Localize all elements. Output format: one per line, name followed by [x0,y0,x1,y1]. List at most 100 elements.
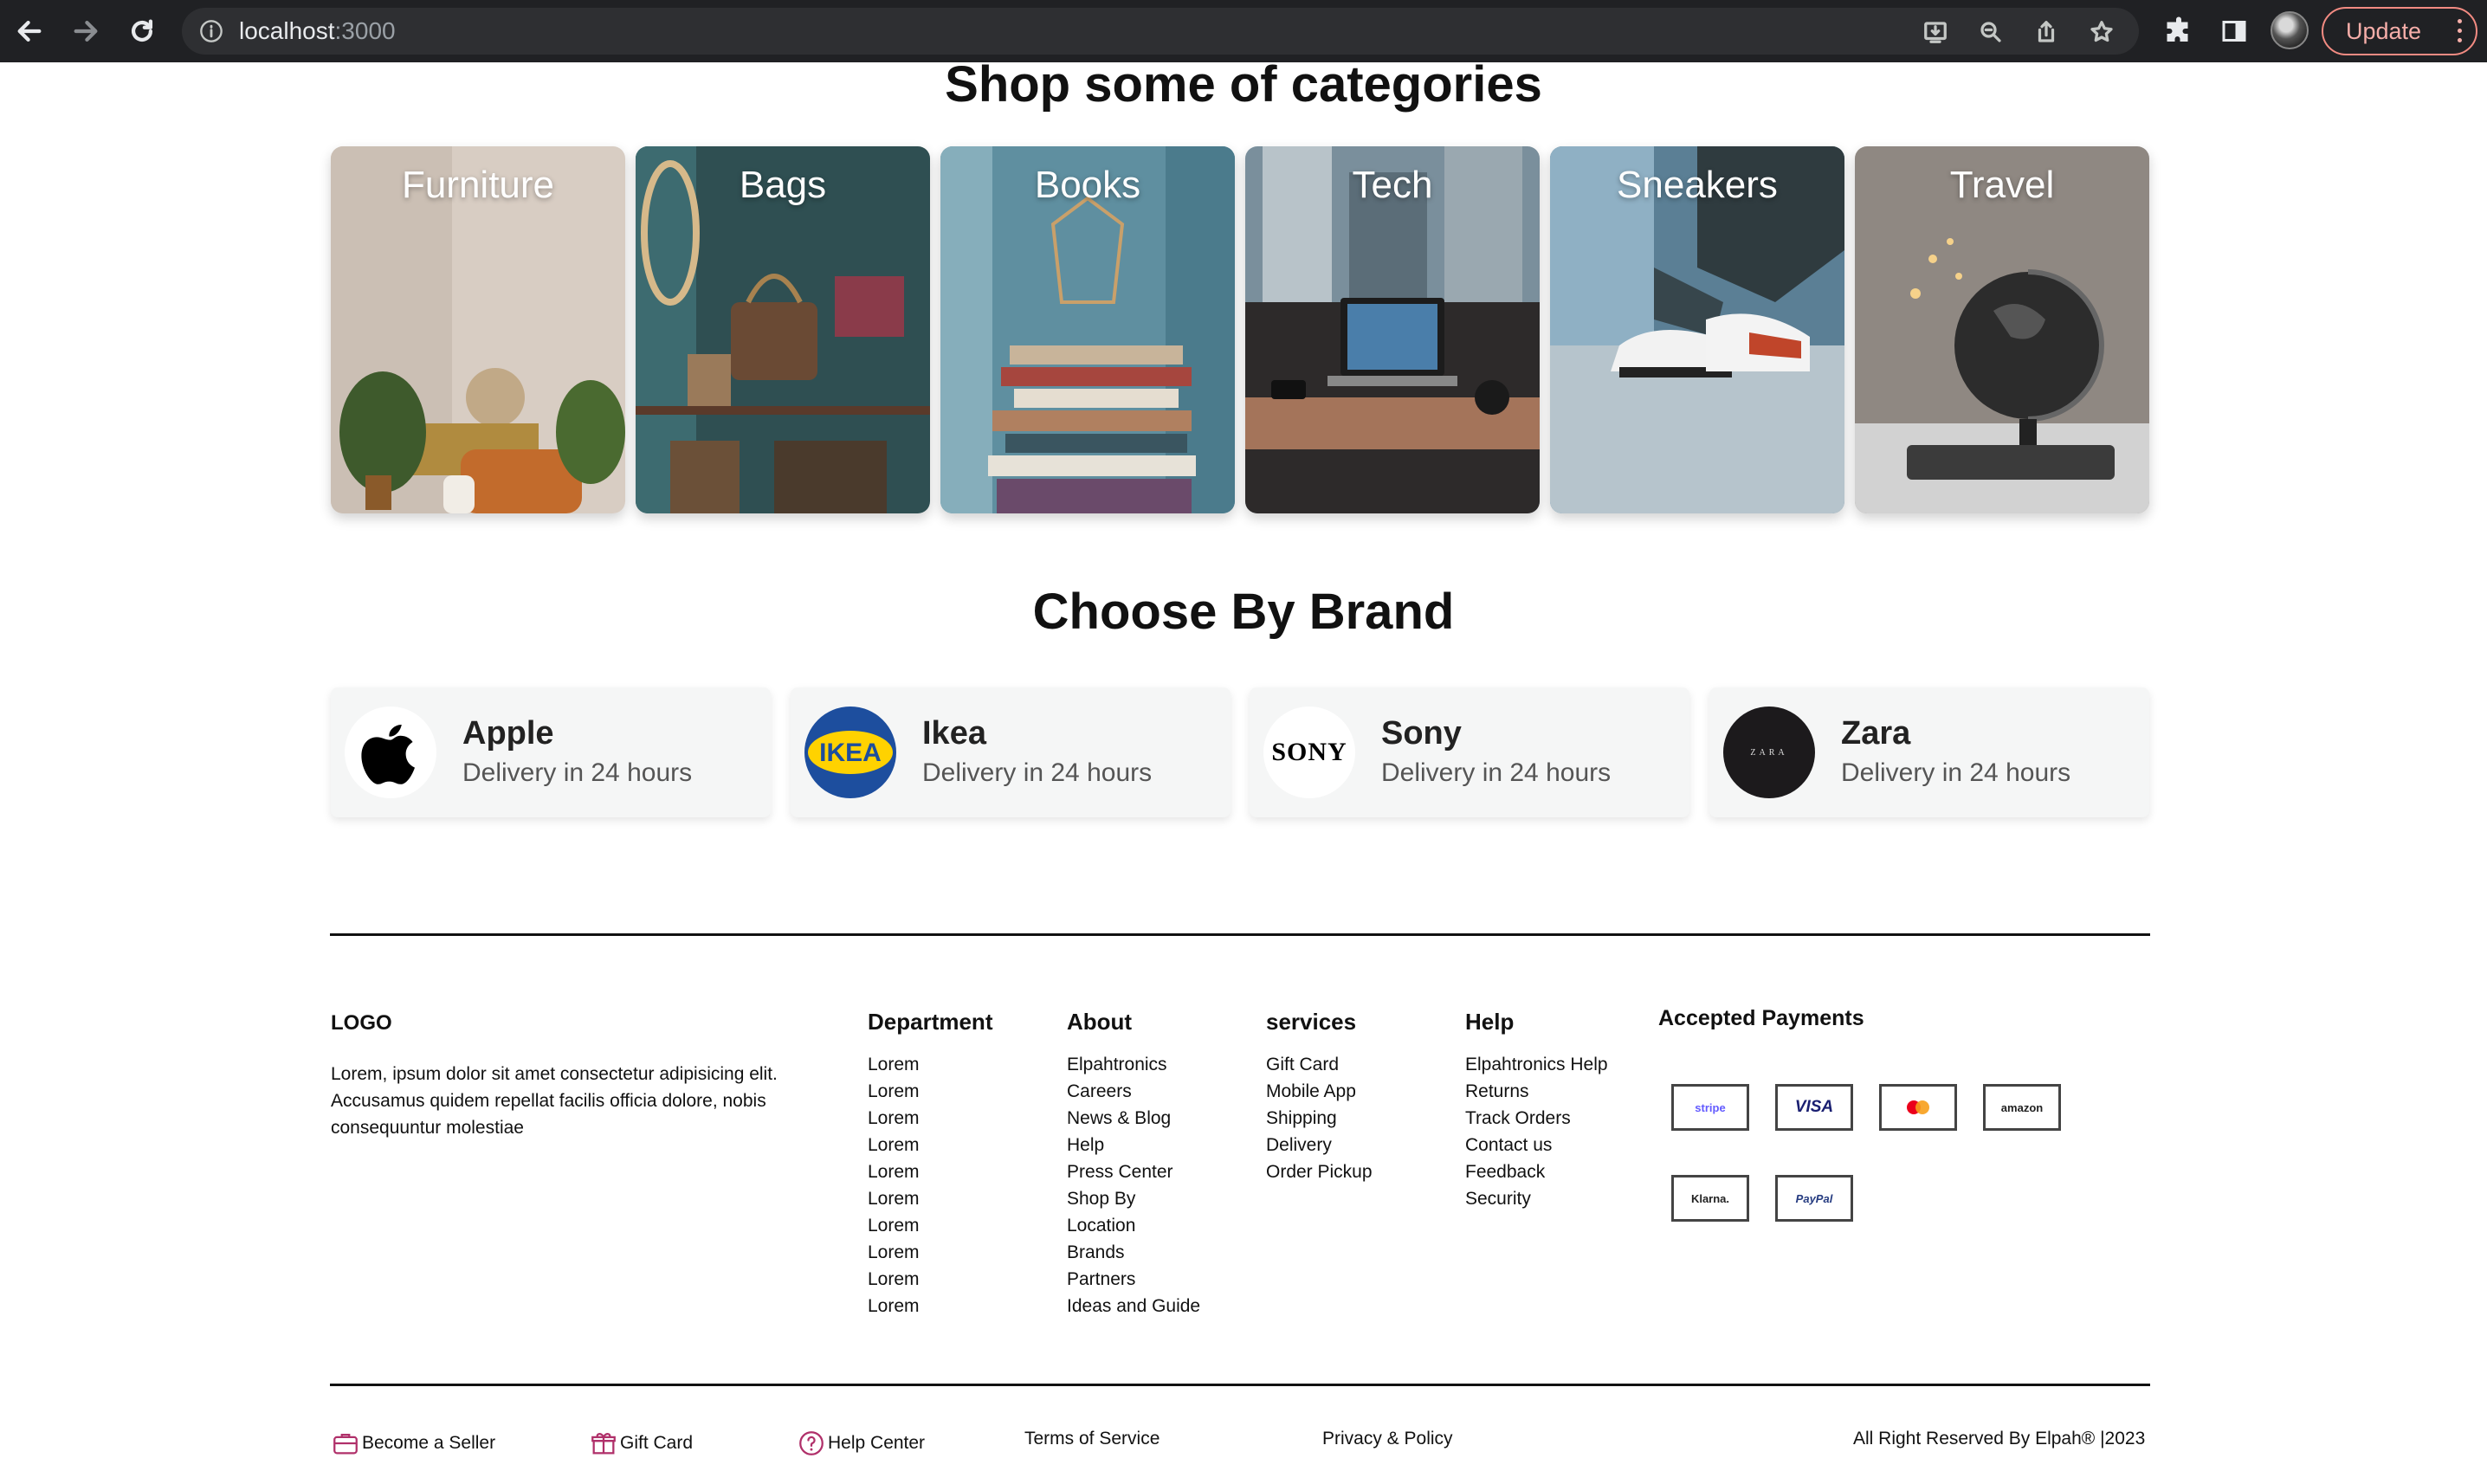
footer-link[interactable]: Lorem [868,1078,992,1105]
update-button-label: Update [2346,17,2422,44]
brand-card-sony[interactable]: SONY Sony Delivery in 24 hours [1250,687,1689,817]
become-seller-link[interactable]: Become a Seller [331,1429,495,1458]
bookmark-star-icon[interactable] [2089,19,2115,45]
brand-name: Ikea [922,715,986,752]
ikea-logo-icon: IKEA [804,707,896,798]
footer-link[interactable]: Partners [1067,1266,1200,1293]
more-menu-icon[interactable] [2457,19,2464,45]
brand-card-ikea[interactable]: IKEA Ikea Delivery in 24 hours [791,687,1231,817]
footer-link[interactable]: Ideas and Guide [1067,1293,1200,1319]
footer-logo[interactable]: LOGO [331,1011,392,1036]
brand-delivery-text: Delivery in 24 hours [1841,758,2071,787]
terms-of-service-link[interactable]: Terms of Service [1024,1429,1160,1449]
footer-link[interactable]: Track Orders [1465,1105,1608,1132]
footer-link[interactable]: Lorem [868,1266,992,1293]
category-card-furniture[interactable]: Furniture [331,146,625,513]
category-card-travel[interactable]: Travel [1855,146,2149,513]
footer-column-title: Department [868,1009,993,1035]
address-bar[interactable]: localhost:3000 [182,8,2139,55]
back-icon[interactable] [9,10,50,52]
site-info-icon[interactable] [199,19,223,43]
share-icon[interactable] [2033,19,2059,45]
svg-text:IKEA: IKEA [819,739,882,767]
footer-link[interactable]: Lorem [868,1105,992,1132]
footer-column-services: services Gift Card Mobile App Shipping D… [1266,1009,1373,1185]
footer-link[interactable]: Elpahtronics Help [1465,1051,1608,1078]
brand-name: Apple [462,715,554,752]
category-card-tech[interactable]: Tech [1245,146,1540,513]
brand-card-apple[interactable]: Apple Delivery in 24 hours [331,687,771,817]
category-label: Sneakers [1617,164,1778,206]
zara-logo-icon: ZARA [1723,707,1815,798]
category-label: Bags [739,164,827,206]
help-circle-icon [799,1431,824,1455]
category-label: Furniture [401,164,555,206]
footer-link[interactable]: Order Pickup [1266,1158,1373,1185]
update-button[interactable]: Update [2322,7,2477,55]
footer-link[interactable]: Feedback [1465,1158,1608,1185]
footer-link[interactable]: Careers [1067,1078,1200,1105]
mastercard-payment-icon [1879,1084,1957,1131]
categories-title: Shop some of categories [945,56,1542,113]
footer-link[interactable]: Delivery [1266,1132,1373,1158]
gift-card-link[interactable]: Gift Card [589,1429,693,1458]
copyright-text: All Right Reserved By Elpah® |2023 [1853,1429,2146,1449]
gift-icon [591,1433,616,1455]
brands-title: Choose By Brand [1032,584,1455,640]
brand-delivery-text: Delivery in 24 hours [1381,758,1612,787]
footer-column-department: Department Lorem Lorem Lorem Lorem Lorem… [868,1009,992,1319]
category-label: Tech [1352,164,1433,206]
footer-link[interactable]: Elpahtronics [1067,1051,1200,1078]
footer-link[interactable]: News & Blog [1067,1105,1200,1132]
extensions-icon[interactable] [2163,16,2194,47]
brand-delivery-text: Delivery in 24 hours [922,758,1153,787]
install-app-icon[interactable] [1922,19,1948,45]
help-center-label: Help Center [828,1433,926,1453]
footer-column-title: About [1067,1009,1133,1035]
footer-link[interactable]: Shipping [1266,1105,1373,1132]
reload-icon[interactable] [121,10,163,52]
footer-link[interactable]: Help [1067,1132,1200,1158]
url-text: localhost:3000 [239,17,396,44]
footer-bottom-divider [330,1384,2150,1386]
forward-icon[interactable] [65,10,107,52]
footer-link[interactable]: Brands [1067,1239,1200,1266]
side-panel-icon[interactable] [2219,16,2250,47]
profile-avatar[interactable] [2271,11,2309,49]
footer-link[interactable]: Shop By [1067,1185,1200,1212]
footer-column-title: Help [1465,1009,1515,1035]
footer-link[interactable]: Mobile App [1266,1078,1373,1105]
footer-link[interactable]: Lorem [868,1158,992,1185]
browser-toolbar: localhost:3000 Update [0,0,2487,62]
footer-link[interactable]: Security [1465,1185,1608,1212]
category-card-books[interactable]: Books [940,146,1235,513]
footer-link[interactable]: Lorem [868,1051,992,1078]
footer-link[interactable]: Lorem [868,1293,992,1319]
become-seller-label: Become a Seller [362,1433,496,1453]
footer-link[interactable]: Lorem [868,1239,992,1266]
footer-link[interactable]: Lorem [868,1132,992,1158]
help-center-link[interactable]: Help Center [797,1429,925,1458]
footer-description: Lorem, ipsum dolor sit amet consectetur … [331,1064,778,1138]
brand-name: Zara [1841,715,1911,752]
briefcase-icon [333,1433,358,1455]
brand-card-zara[interactable]: ZARA Zara Delivery in 24 hours [1709,687,2149,817]
category-card-bags[interactable]: Bags [636,146,930,513]
footer-link[interactable]: Press Center [1067,1158,1200,1185]
zoom-icon[interactable] [1978,19,2004,45]
footer-link[interactable]: Lorem [868,1185,992,1212]
accepted-payments-title: Accepted Payments [1658,1006,1864,1030]
footer-link[interactable]: Contact us [1465,1132,1608,1158]
footer-link[interactable]: Lorem [868,1212,992,1239]
footer-link[interactable]: Returns [1465,1078,1608,1105]
footer-column-title: services [1266,1009,1357,1035]
category-card-sneakers[interactable]: Sneakers [1550,146,1844,513]
footer-column-about: About Elpahtronics Careers News & Blog H… [1067,1009,1200,1319]
visa-payment-icon: VISA [1775,1084,1853,1131]
klarna-payment-icon: Klarna. [1671,1175,1749,1222]
footer-link[interactable]: Location [1067,1212,1200,1239]
sony-logo-icon: SONY [1263,707,1355,798]
brand-delivery-text: Delivery in 24 hours [462,758,693,787]
footer-link[interactable]: Gift Card [1266,1051,1373,1078]
privacy-policy-link[interactable]: Privacy & Policy [1322,1429,1453,1449]
